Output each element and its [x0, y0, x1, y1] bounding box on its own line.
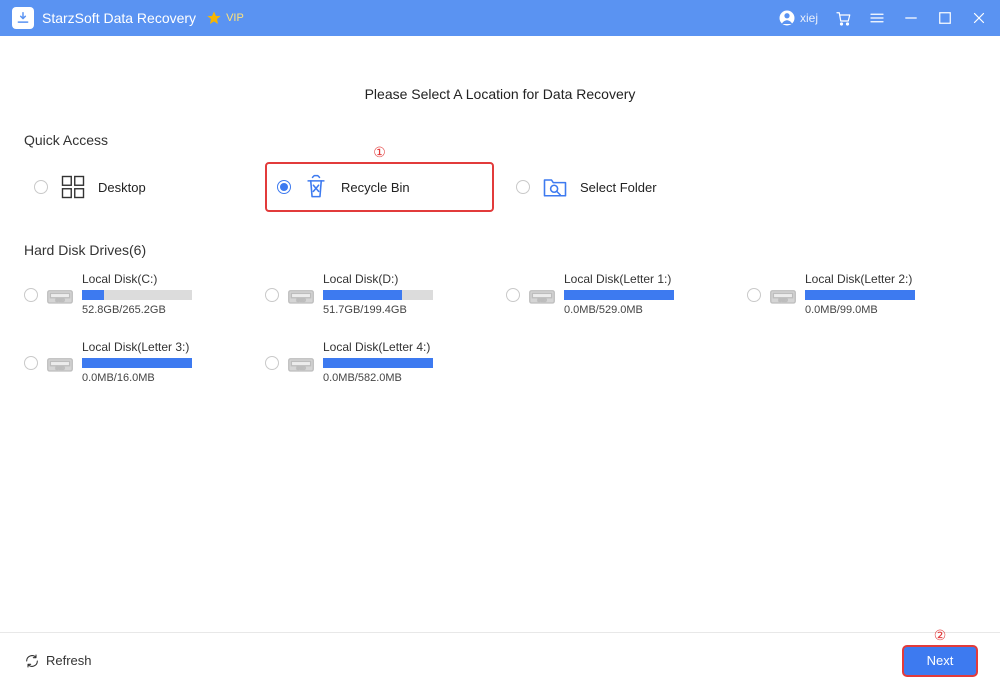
- user-icon: [778, 9, 796, 27]
- radio-button[interactable]: [265, 288, 279, 302]
- ssd-icon: SSD: [287, 350, 315, 378]
- user-name: xiej: [800, 11, 818, 25]
- svg-text:SSD: SSD: [779, 297, 788, 302]
- minimize-icon[interactable]: [902, 9, 920, 27]
- drive-item[interactable]: SSD Local Disk(Letter 1:) 0.0MB/529.0MB: [506, 272, 735, 316]
- ssd-icon: SSD: [528, 282, 556, 310]
- user-menu[interactable]: xiej: [778, 9, 818, 27]
- cart-icon[interactable]: [834, 9, 852, 27]
- drive-info: Local Disk(Letter 2:) 0.0MB/99.0MB: [805, 272, 976, 316]
- quick-access-label: Desktop: [98, 180, 146, 195]
- radio-button[interactable]: [24, 356, 38, 370]
- quick-access-heading: Quick Access: [24, 132, 976, 148]
- page-title: Please Select A Location for Data Recove…: [24, 86, 976, 102]
- ssd-icon: SSD: [287, 282, 315, 310]
- radio-button[interactable]: [516, 180, 530, 194]
- menu-icon[interactable]: [868, 9, 886, 27]
- drive-item[interactable]: SSD Local Disk(Letter 3:) 0.0MB/16.0MB: [24, 340, 253, 384]
- svg-text:SSD: SSD: [297, 297, 306, 302]
- drive-name: Local Disk(D:): [323, 272, 494, 286]
- folder-search-icon: [540, 172, 570, 202]
- drive-size: 0.0MB/99.0MB: [805, 304, 976, 316]
- drive-item[interactable]: SSD Local Disk(Letter 2:) 0.0MB/99.0MB: [747, 272, 976, 316]
- quick-access-recycle-bin[interactable]: ① Recycle Bin: [265, 162, 494, 212]
- usage-bar: [323, 358, 433, 368]
- drive-name: Local Disk(Letter 1:): [564, 272, 735, 286]
- svg-text:SSD: SSD: [538, 297, 547, 302]
- title-bar: StarzSoft Data Recovery VIP xiej: [0, 0, 1000, 36]
- svg-text:SSD: SSD: [56, 297, 65, 302]
- close-icon[interactable]: [970, 9, 988, 27]
- maximize-icon[interactable]: [936, 9, 954, 27]
- drive-item[interactable]: SSD Local Disk(C:) 52.8GB/265.2GB: [24, 272, 253, 316]
- drives-heading: Hard Disk Drives(6): [24, 242, 976, 258]
- radio-button[interactable]: [24, 288, 38, 302]
- drive-size: 0.0MB/16.0MB: [82, 372, 253, 384]
- annotation-2: ②: [934, 627, 947, 644]
- vip-icon: [206, 10, 222, 26]
- refresh-button[interactable]: Refresh: [24, 653, 92, 669]
- next-button-wrap: ② Next: [904, 647, 976, 675]
- quick-access-label: Select Folder: [580, 180, 657, 195]
- desktop-icon: [58, 172, 88, 202]
- drive-size: 0.0MB/529.0MB: [564, 304, 735, 316]
- vip-label: VIP: [226, 12, 244, 24]
- drives-grid: SSD Local Disk(C:) 52.8GB/265.2GB SSD Local …: [24, 272, 976, 384]
- drive-info: Local Disk(Letter 3:) 0.0MB/16.0MB: [82, 340, 253, 384]
- radio-button[interactable]: [277, 180, 291, 194]
- drive-item[interactable]: SSD Local Disk(Letter 4:) 0.0MB/582.0MB: [265, 340, 494, 384]
- drive-name: Local Disk(C:): [82, 272, 253, 286]
- radio-button[interactable]: [265, 356, 279, 370]
- quick-access-desktop[interactable]: Desktop: [24, 162, 253, 212]
- radio-button[interactable]: [747, 288, 761, 302]
- drive-size: 0.0MB/582.0MB: [323, 372, 494, 384]
- drive-name: Local Disk(Letter 4:): [323, 340, 494, 354]
- refresh-icon: [24, 653, 40, 669]
- svg-text:SSD: SSD: [297, 365, 306, 370]
- titlebar-controls: xiej: [778, 9, 988, 27]
- usage-bar: [323, 290, 433, 300]
- drive-name: Local Disk(Letter 3:): [82, 340, 253, 354]
- drive-size: 52.8GB/265.2GB: [82, 304, 253, 316]
- drive-item[interactable]: SSD Local Disk(D:) 51.7GB/199.4GB: [265, 272, 494, 316]
- drive-info: Local Disk(C:) 52.8GB/265.2GB: [82, 272, 253, 316]
- usage-bar: [805, 290, 915, 300]
- quick-access-label: Recycle Bin: [341, 180, 410, 195]
- radio-button[interactable]: [34, 180, 48, 194]
- ssd-icon: SSD: [46, 350, 74, 378]
- svg-text:SSD: SSD: [56, 365, 65, 370]
- refresh-label: Refresh: [46, 653, 92, 668]
- vip-badge: VIP: [206, 10, 244, 26]
- radio-button[interactable]: [506, 288, 520, 302]
- ssd-icon: SSD: [46, 282, 74, 310]
- drive-info: Local Disk(D:) 51.7GB/199.4GB: [323, 272, 494, 316]
- recycle-bin-icon: [301, 172, 331, 202]
- next-button[interactable]: Next: [904, 647, 976, 675]
- drive-info: Local Disk(Letter 1:) 0.0MB/529.0MB: [564, 272, 735, 316]
- annotation-1: ①: [373, 144, 386, 161]
- main-content: Please Select A Location for Data Recove…: [0, 36, 1000, 384]
- drive-info: Local Disk(Letter 4:) 0.0MB/582.0MB: [323, 340, 494, 384]
- app-title: StarzSoft Data Recovery: [42, 10, 196, 26]
- quick-access-select-folder[interactable]: Select Folder: [506, 162, 735, 212]
- quick-access-row: Desktop ① Recycle Bin Select Folder: [24, 162, 976, 212]
- drive-size: 51.7GB/199.4GB: [323, 304, 494, 316]
- drive-name: Local Disk(Letter 2:): [805, 272, 976, 286]
- usage-bar: [82, 290, 192, 300]
- usage-bar: [564, 290, 674, 300]
- app-logo: [12, 7, 34, 29]
- ssd-icon: SSD: [769, 282, 797, 310]
- footer: Refresh ② Next: [0, 632, 1000, 688]
- usage-bar: [82, 358, 192, 368]
